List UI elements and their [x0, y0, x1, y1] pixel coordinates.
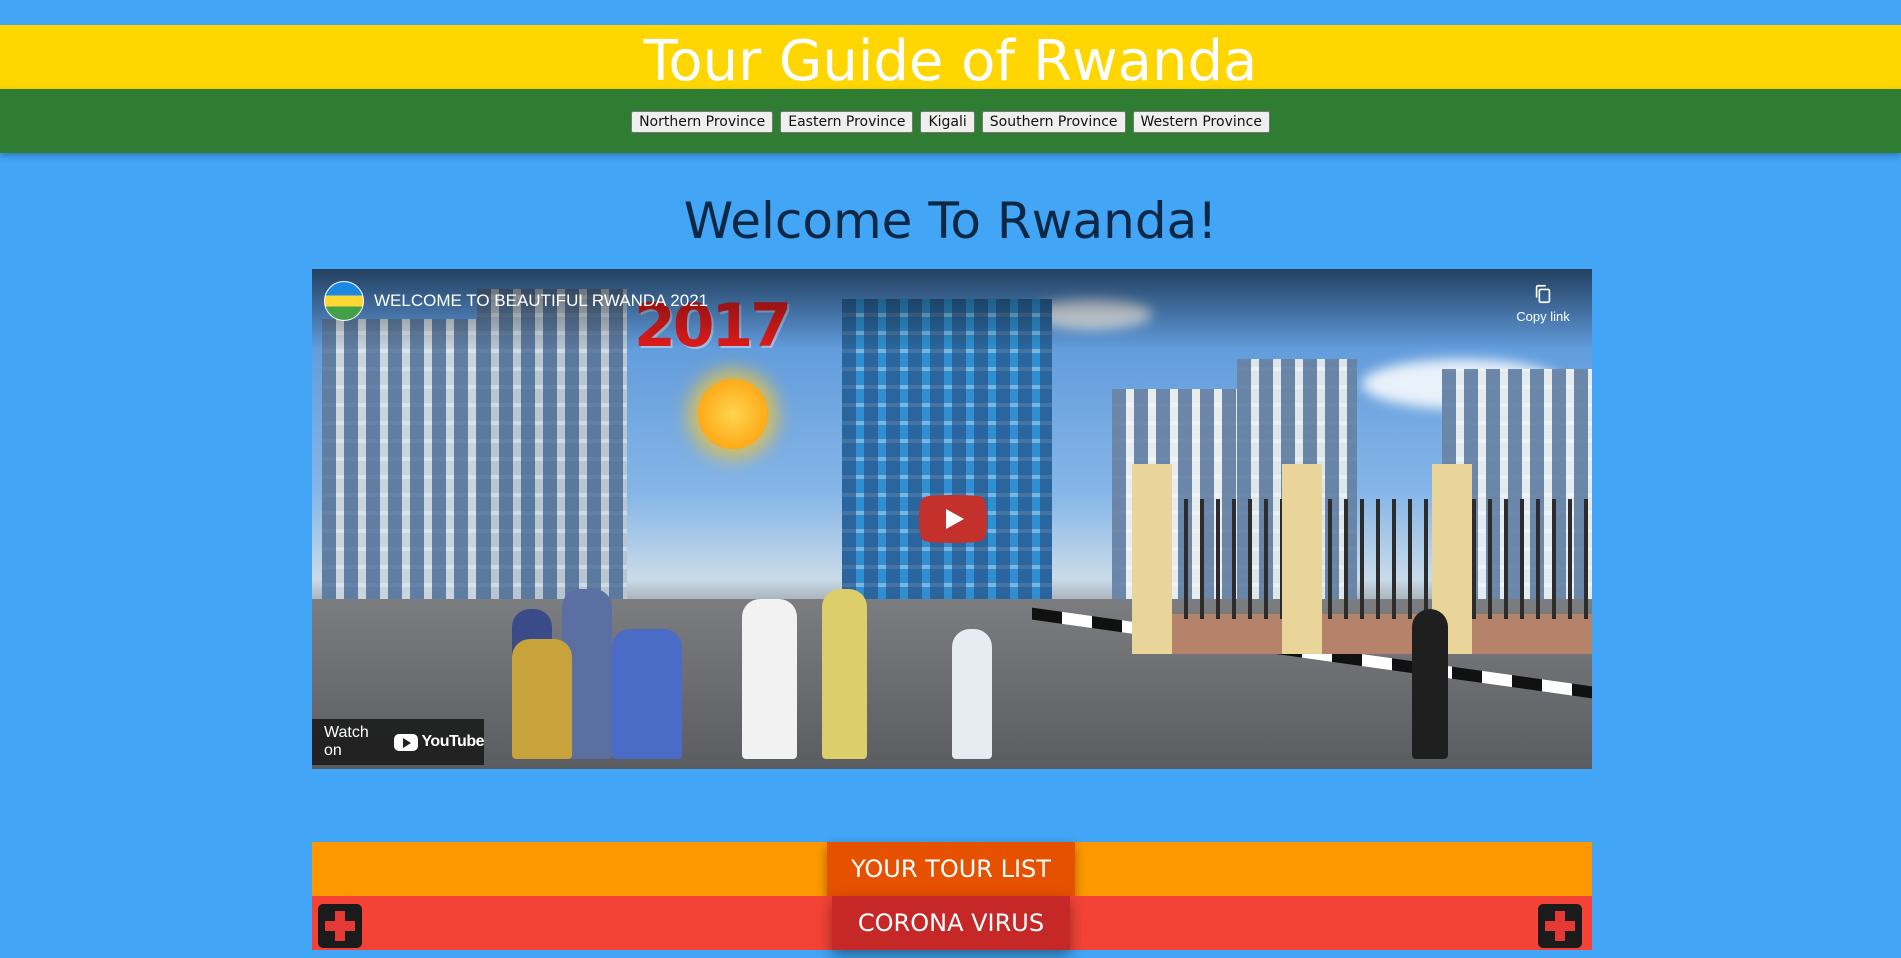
province-nav: Northern Province Eastern Province Kigal… — [0, 89, 1901, 153]
person — [952, 629, 992, 759]
youtube-play-icon[interactable] — [919, 495, 987, 543]
fence — [1152, 499, 1592, 619]
tour-list-button[interactable]: YOUR TOUR LIST — [827, 842, 1075, 896]
copy-link-button[interactable]: Copy link — [1508, 283, 1578, 324]
copy-link-label: Copy link — [1516, 309, 1570, 324]
nav-button-western-province[interactable]: Western Province — [1132, 111, 1270, 133]
watch-on-youtube-button[interactable]: Watch on YouTube — [312, 719, 484, 765]
channel-avatar[interactable] — [324, 281, 364, 321]
medical-cross-icon[interactable] — [318, 904, 362, 948]
title-band: Tour Guide of Rwanda — [0, 25, 1901, 89]
person — [742, 599, 797, 759]
person — [822, 589, 867, 759]
person — [612, 629, 682, 759]
page: Tour Guide of Rwanda Northern Province E… — [0, 0, 1901, 958]
sun-graphic — [698, 379, 768, 449]
gate-pillar — [1132, 464, 1172, 654]
nav-button-northern-province[interactable]: Northern Province — [631, 111, 774, 133]
youtube-wordmark: YouTube — [421, 733, 484, 750]
watch-on-label: Watch on — [324, 724, 369, 759]
site-title: Tour Guide of Rwanda — [643, 29, 1258, 89]
person — [1412, 609, 1448, 759]
building — [322, 319, 482, 619]
nav-button-eastern-province[interactable]: Eastern Province — [780, 111, 914, 133]
medical-cross-icon[interactable] — [1538, 904, 1582, 948]
nav-button-kigali[interactable]: Kigali — [920, 111, 975, 133]
youtube-logo: YouTube — [394, 733, 484, 751]
youtube-video-embed[interactable]: 2017 WELCOME TO BEAUTIFUL RWANDA 2021 Co… — [312, 269, 1592, 769]
welcome-heading: Welcome To Rwanda! — [683, 192, 1218, 250]
nav-button-southern-province[interactable]: Southern Province — [981, 111, 1126, 133]
copy-link-icon — [1535, 284, 1551, 304]
wall — [1152, 614, 1592, 654]
video-title[interactable]: WELCOME TO BEAUTIFUL RWANDA 2021 — [374, 291, 708, 311]
gate-pillar — [1282, 464, 1322, 654]
corona-virus-button[interactable]: CORONA VIRUS — [832, 896, 1070, 950]
person — [512, 639, 572, 759]
youtube-icon — [394, 733, 419, 751]
